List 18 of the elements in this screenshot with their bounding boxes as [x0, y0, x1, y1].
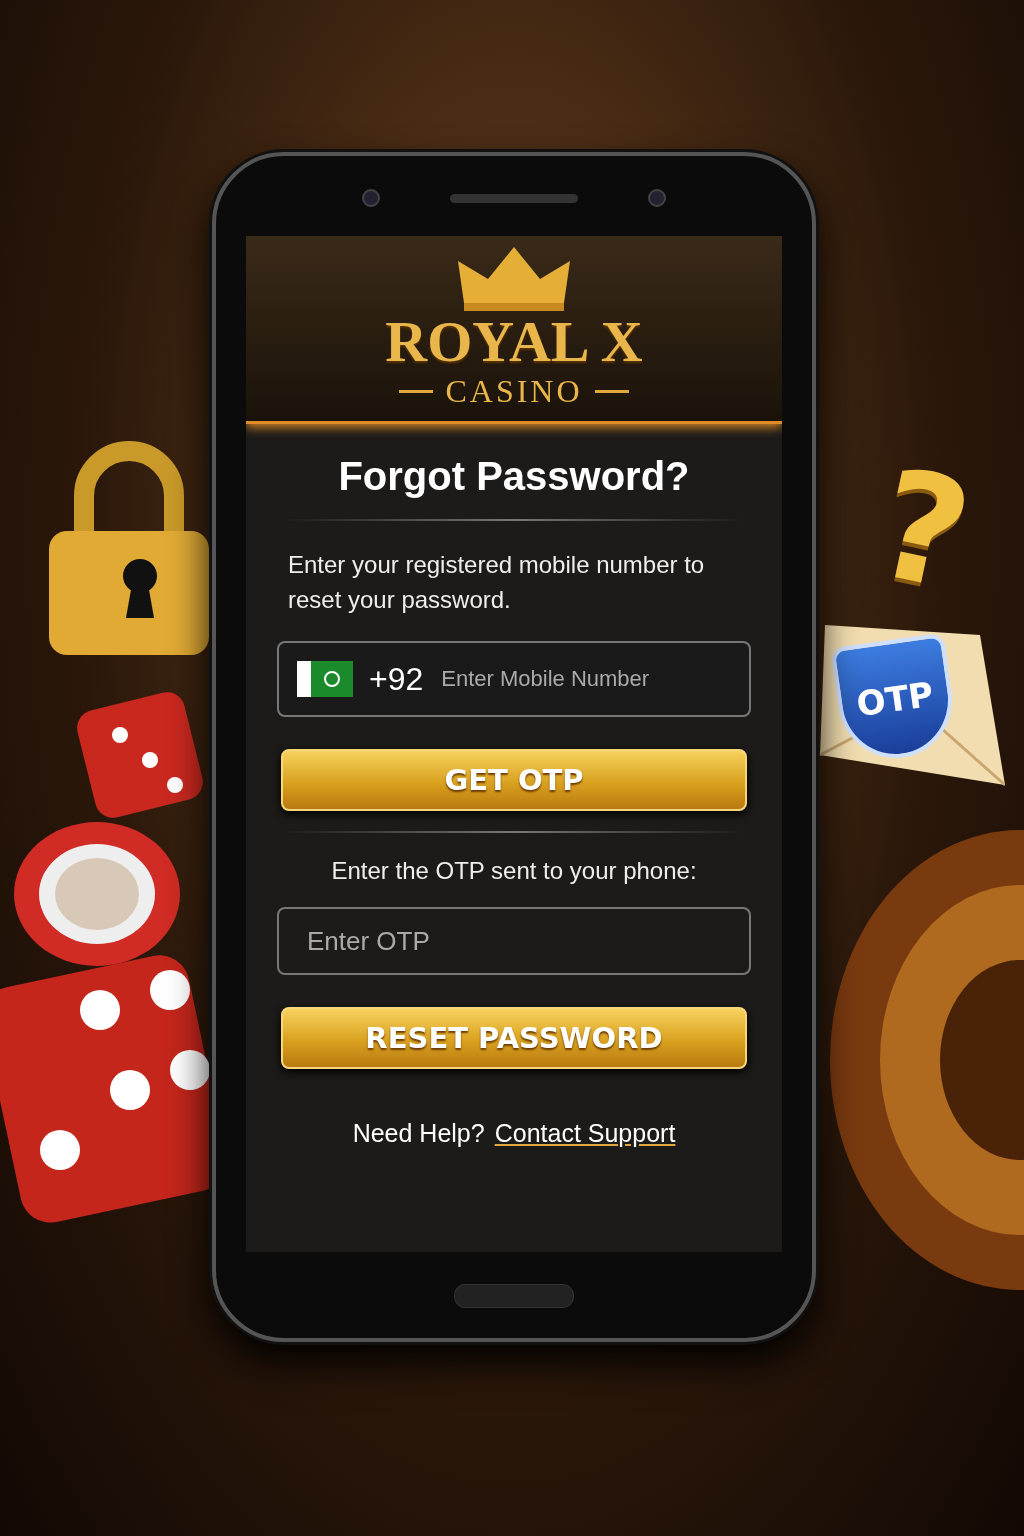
otp-prompt-text: Enter the OTP sent to your phone: — [331, 857, 697, 885]
otp-input-field[interactable]: Enter OTP — [277, 907, 751, 975]
contact-support-link[interactable]: Contact Support — [494, 1119, 676, 1148]
mobile-number-field[interactable]: +92 Enter Mobile Number — [277, 641, 751, 717]
flag-icon — [297, 661, 353, 697]
crown-icon — [458, 247, 570, 311]
mobile-number-input[interactable]: Enter Mobile Number — [439, 665, 704, 693]
country-code: +92 — [369, 660, 424, 698]
poker-chip-icon — [12, 820, 182, 968]
camera-icon — [648, 189, 666, 207]
question-mark-icon: ? — [865, 447, 982, 613]
home-button[interactable] — [454, 1284, 574, 1308]
brand-subtitle: CASINO — [445, 373, 583, 410]
page-title: Forgot Password? — [338, 454, 690, 499]
brand-logo: ROYAL X — [385, 313, 643, 371]
help-text: Need Help? — [352, 1119, 485, 1148]
camera-icon — [362, 189, 380, 207]
instructions-text: Enter your registered mobile number to reset your password. — [288, 550, 706, 615]
